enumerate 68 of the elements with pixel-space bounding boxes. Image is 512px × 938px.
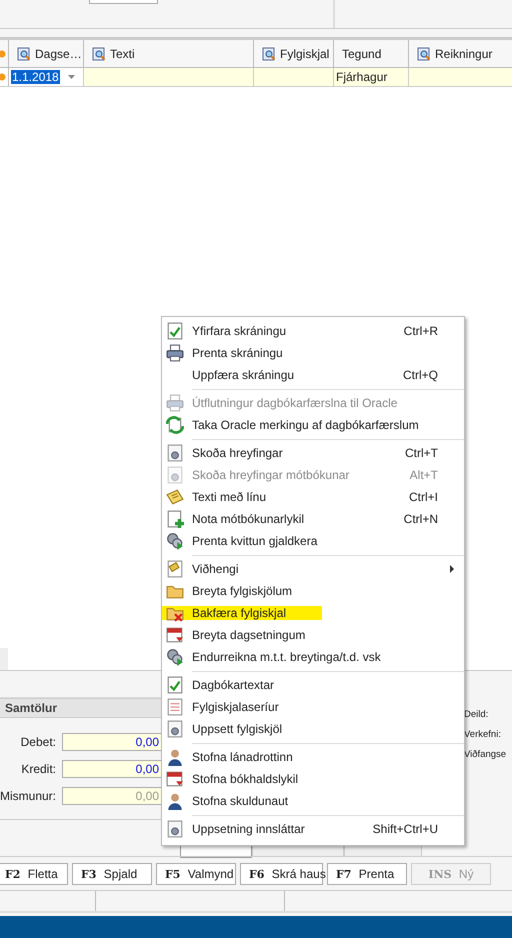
menu-item[interactable]: Uppsett fylgiskjöl <box>162 718 464 740</box>
calendar-icon <box>166 770 184 788</box>
settings-icon <box>166 720 184 738</box>
menu-item[interactable]: Endurreikna m.t.t. breytinga/t.d. vsk <box>162 646 464 668</box>
gears-icon <box>166 532 184 550</box>
menu-item[interactable]: Stofna bókhaldslykil <box>162 768 464 790</box>
document-plus-icon <box>166 510 184 528</box>
menu-item[interactable]: Fylgiskjalaseríur <box>162 696 464 718</box>
search-icon <box>417 46 431 60</box>
search-icon <box>17 46 31 60</box>
notepad-icon <box>166 488 184 506</box>
function-key-button[interactable]: F2 Fletta <box>0 862 68 884</box>
check-icon <box>166 676 184 694</box>
menu-item[interactable]: Uppfæra skráningu Ctrl+Q <box>162 364 464 386</box>
column-header[interactable]: Fylgiskjal <box>254 40 334 67</box>
search-icon <box>92 46 106 60</box>
settings-icon <box>166 466 184 484</box>
function-key-button[interactable]: F7 Prenta <box>327 862 407 884</box>
printer-icon <box>166 394 184 412</box>
document-icon <box>166 698 184 716</box>
field-label: Verkefni: <box>464 729 501 740</box>
menu-item[interactable]: Viðhengi <box>162 558 464 580</box>
submenu-arrow-icon <box>450 565 454 573</box>
menu-item[interactable]: Dagbókartextar <box>162 674 464 696</box>
column-header[interactable]: Tegund <box>334 40 409 67</box>
star-icon <box>0 72 8 82</box>
menu-item[interactable]: Taka Oracle merkingu af dagbókarfærslum <box>162 414 464 436</box>
menu-item[interactable]: Bakfæra fylgiskjal <box>162 602 464 624</box>
top-field[interactable] <box>89 0 158 4</box>
menu-item[interactable]: Yfirfara skráningu Ctrl+R <box>162 320 464 342</box>
column-header[interactable]: Dagse… <box>9 40 84 67</box>
calendar-icon <box>166 626 184 644</box>
menu-item[interactable]: Prenta kvittun gjaldkera <box>162 530 464 552</box>
function-key-button[interactable]: F6 Skrá haus <box>240 862 323 884</box>
menu-item[interactable]: Prenta skráningu <box>162 342 464 364</box>
menu-item[interactable]: Stofna skuldunaut <box>162 790 464 812</box>
field-label: Debet: <box>20 735 56 749</box>
table-cell: Fjárhagur <box>334 68 409 86</box>
field-label: Deild: <box>464 709 488 720</box>
menu-item[interactable]: Breyta fylgiskjölum <box>162 580 464 602</box>
search-icon <box>262 46 276 60</box>
user-icon <box>166 748 184 766</box>
function-key-button[interactable]: F3 Spjald <box>72 862 152 884</box>
menu-item[interactable]: Uppsetning innsláttar Shift+Ctrl+U <box>162 818 464 840</box>
settings-icon <box>166 444 184 462</box>
document-icon <box>166 560 184 578</box>
menu-item[interactable]: Breyta dagsetningum <box>162 624 464 646</box>
amount-field[interactable]: 0,00 <box>62 760 163 778</box>
gears-icon <box>166 648 184 666</box>
dropdown-icon <box>68 75 75 79</box>
field-label: Mismunur: <box>0 789 56 803</box>
field-label: Viðfangse <box>464 749 506 760</box>
menu-item[interactable]: Texti með línu Ctrl+I <box>162 486 464 508</box>
amount-field[interactable]: 0,00 <box>62 733 163 751</box>
user-icon <box>166 792 184 810</box>
column-header[interactable]: Texti <box>84 40 254 67</box>
star-icon <box>0 48 8 58</box>
field-label: Kredit: <box>20 762 56 776</box>
settings-icon <box>166 820 184 838</box>
function-key-button[interactable]: F5 Valmynd <box>156 862 236 884</box>
menu-item[interactable]: Skoða hreyfingar Ctrl+T <box>162 442 464 464</box>
menu-item[interactable]: Stofna lánadrottinn <box>162 746 464 768</box>
refresh-icon <box>166 416 184 434</box>
menu-item[interactable]: Nota mótbókunarlykil Ctrl+N <box>162 508 464 530</box>
date-field[interactable]: 1.1.2018 <box>9 68 84 86</box>
column-header[interactable]: Reikningur <box>409 40 512 67</box>
check-icon <box>166 322 184 340</box>
printer-icon <box>166 344 184 362</box>
